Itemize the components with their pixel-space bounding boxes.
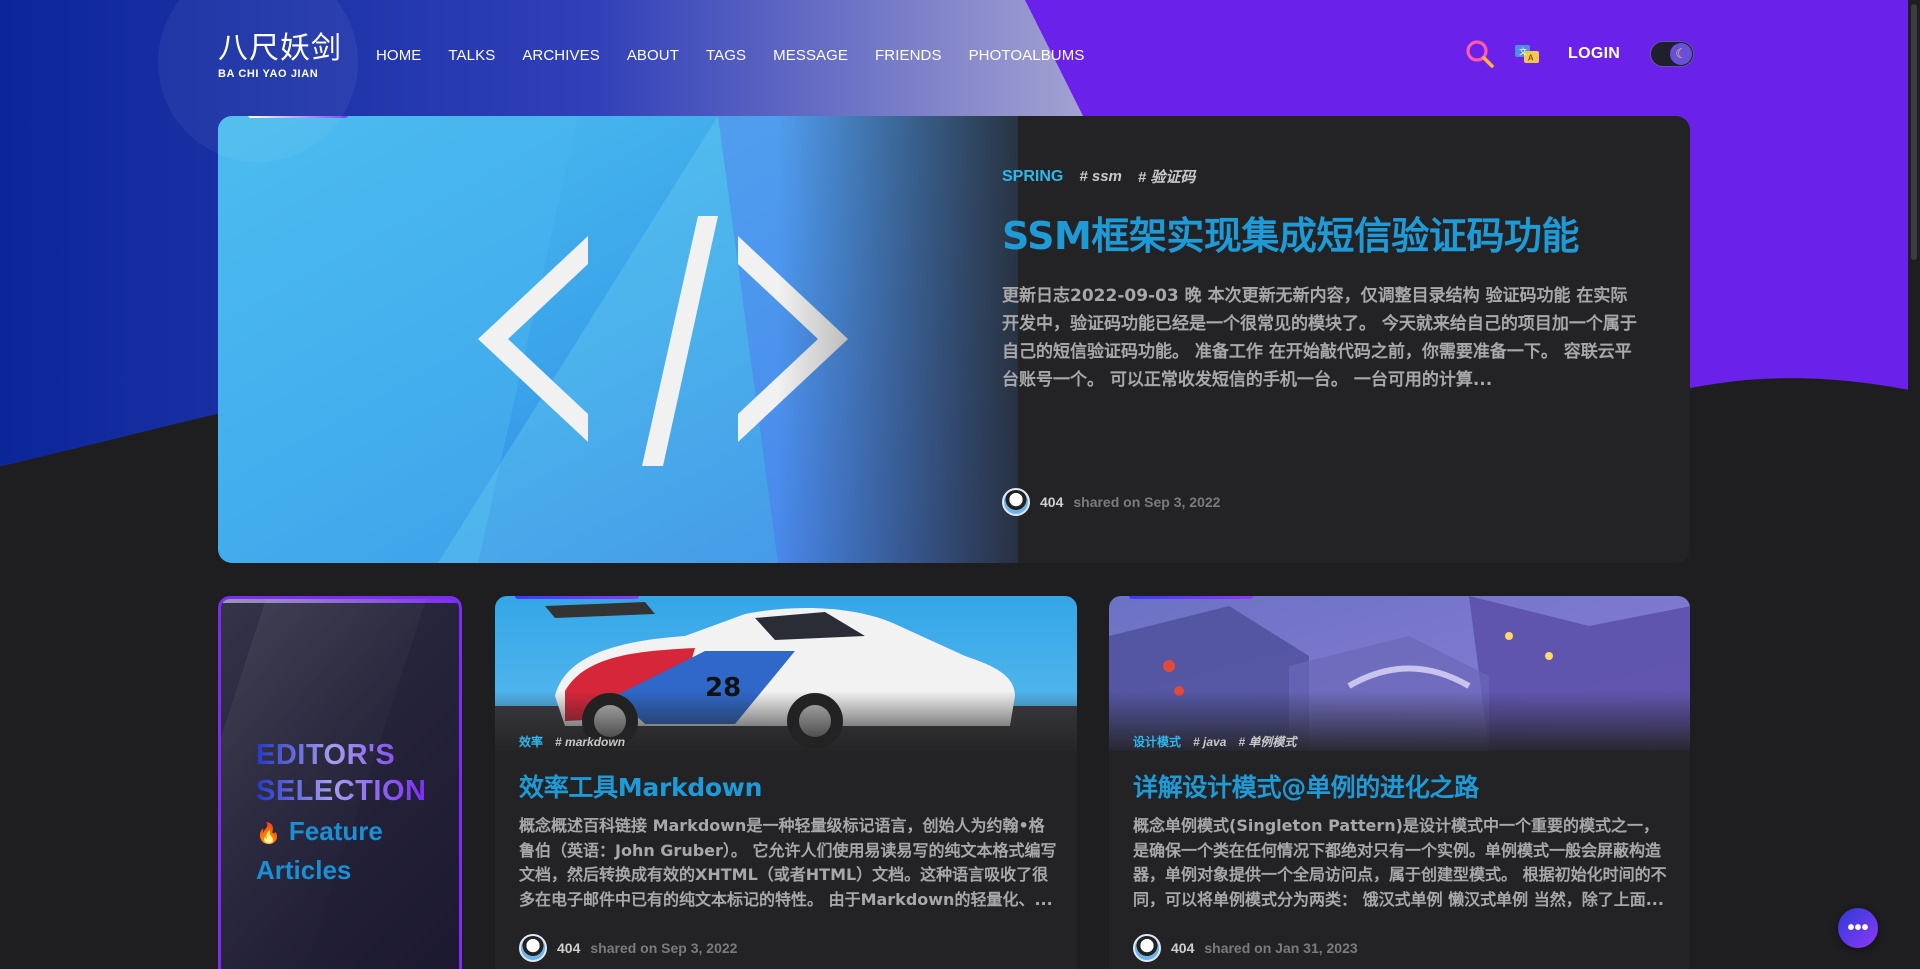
nav-photoalbums[interactable]: PHOTOALBUMS (969, 47, 1085, 64)
nav-friends[interactable]: FRIENDS (875, 47, 942, 64)
post-card[interactable]: 设计模式 # java # 单例模式 详解设计模式@单例的进化之路 概念单例模式… (1109, 596, 1690, 969)
shared-date: shared on Jan 31, 2023 (1204, 940, 1358, 956)
feature-articles-label: 🔥 Feature Articles (256, 813, 383, 888)
nav-talks[interactable]: TALKS (448, 47, 495, 64)
post-meta: 404 shared on Jan 31, 2023 (1133, 934, 1358, 962)
logo-title: 八尺妖剑 (218, 31, 342, 66)
editors-title-line2: SELECTION (256, 775, 427, 807)
tag-link[interactable]: # 单例模式 (1238, 733, 1296, 750)
header-actions: 文 A LOGIN ☾ (1464, 38, 1695, 70)
editors-selection-title: EDITOR'S SELECTION (256, 737, 426, 809)
feature-line1: Feature (288, 816, 383, 846)
post-tags: 设计模式 # java # 单例模式 (1133, 733, 1296, 750)
svg-text:A: A (1528, 54, 1534, 63)
author-name[interactable]: 404 (557, 940, 580, 956)
scrollbar[interactable] (1908, 0, 1920, 969)
post-card[interactable]: 28 效率 # markdown 效率工具Markdown 概念概述百科链接 M… (495, 596, 1077, 969)
translate-icon[interactable]: 文 A (1512, 39, 1542, 69)
post-tags: 效率 # markdown (519, 733, 625, 750)
author-name[interactable]: 404 (1171, 940, 1194, 956)
post-tags: SPRING # ssm # 验证码 (1002, 166, 1642, 187)
nav-message[interactable]: MESSAGE (773, 47, 848, 64)
fire-icon: 🔥 (256, 823, 281, 845)
avatar[interactable] (1133, 934, 1161, 962)
card-accent-bar (1129, 596, 1253, 599)
nav-archives[interactable]: ARCHIVES (522, 47, 600, 64)
tag-link[interactable]: # 验证码 (1138, 166, 1196, 187)
site-logo[interactable]: 八尺妖剑 BA CHI YAO JIAN (218, 31, 342, 81)
shared-date: shared on Sep 3, 2022 (1073, 494, 1221, 510)
featured-post-body: SPRING # ssm # 验证码 SSM框架实现集成短信验证码功能 更新日志… (1002, 166, 1642, 394)
nav-tags[interactable]: TAGS (706, 47, 746, 64)
avatar[interactable] (1002, 488, 1030, 516)
category-link[interactable]: 设计模式 (1133, 733, 1181, 750)
post-meta: 404 shared on Sep 3, 2022 (1002, 488, 1220, 516)
featured-post-excerpt: 更新日志2022-09-03 晚 本次更新无新内容，仅调整目录结构 验证码功能 … (1002, 286, 1637, 390)
shared-date: shared on Sep 3, 2022 (590, 940, 738, 956)
nav-about[interactable]: ABOUT (627, 47, 679, 64)
post-meta: 404 shared on Sep 3, 2022 (519, 934, 737, 962)
category-link[interactable]: SPRING (1002, 168, 1063, 186)
post-excerpt: 概念概述百科链接 Markdown是一种轻量级标记语言，创始人为约翰•格鲁伯（英… (519, 816, 1057, 909)
moon-icon: ☾ (1670, 43, 1693, 65)
login-link[interactable]: LOGIN (1568, 45, 1620, 63)
more-icon: ••• (1847, 916, 1869, 939)
tag-link[interactable]: # markdown (555, 735, 625, 749)
avatar[interactable] (519, 934, 547, 962)
editors-selection-card: EDITOR'S SELECTION 🔥 Feature Articles (218, 596, 462, 969)
featured-post-card[interactable]: SPRING # ssm # 验证码 SSM框架实现集成短信验证码功能 更新日志… (218, 116, 1690, 563)
search-icon[interactable] (1464, 38, 1496, 70)
post-title[interactable]: 详解设计模式@单例的进化之路 (1133, 768, 1479, 804)
featured-post-title[interactable]: SSM框架实现集成短信验证码功能 (1002, 205, 1642, 260)
card-accent-bar (515, 596, 639, 599)
post-title[interactable]: 效率工具Markdown (519, 768, 762, 804)
svg-text:文: 文 (1519, 47, 1527, 57)
scrollbar-thumb[interactable] (1911, 4, 1917, 260)
editors-title-line1: EDITOR'S (256, 739, 396, 771)
site-header: 八尺妖剑 BA CHI YAO JIAN HOME TALKS ARCHIVES… (0, 0, 1920, 162)
post-excerpt: 概念单例模式(Singleton Pattern)是设计模式中一个重要的模式之一… (1133, 816, 1667, 909)
author-name[interactable]: 404 (1040, 494, 1063, 510)
feature-line2: Articles (256, 855, 352, 885)
nav-home[interactable]: HOME (376, 47, 421, 64)
tag-link[interactable]: # java (1193, 735, 1226, 749)
main-nav: HOME TALKS ARCHIVES ABOUT TAGS MESSAGE F… (376, 47, 1111, 64)
more-options-button[interactable]: ••• (1838, 908, 1878, 948)
theme-toggle[interactable]: ☾ (1650, 41, 1695, 67)
logo-subtitle: BA CHI YAO JIAN (218, 68, 319, 80)
tag-link[interactable]: # ssm (1079, 168, 1122, 185)
category-link[interactable]: 效率 (519, 733, 543, 750)
